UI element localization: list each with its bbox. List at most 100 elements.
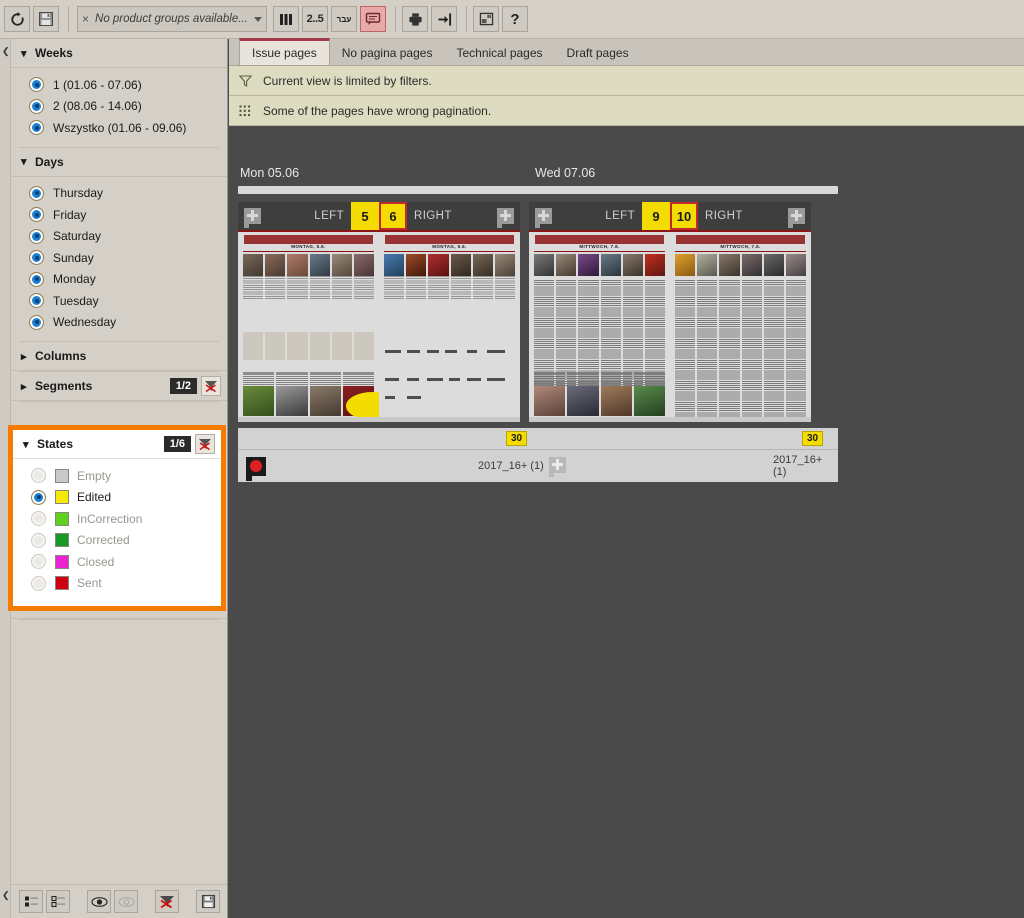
radio-icon[interactable]	[29, 293, 44, 309]
clear-filter-icon	[205, 380, 217, 392]
clear-combo-icon[interactable]: ×	[82, 12, 89, 26]
states-option-closed[interactable]: Closed	[13, 551, 221, 573]
weeks-option-1[interactable]: 1 (01.06 - 07.06)	[11, 74, 227, 96]
days-options: Thursday Friday Saturday Sunday Monday T…	[11, 176, 227, 341]
states-clear-filter-button[interactable]	[195, 434, 215, 454]
radio-icon[interactable]	[29, 98, 44, 114]
product-group-combo[interactable]: × No product groups available...	[77, 6, 267, 32]
radio-icon[interactable]	[31, 554, 46, 570]
page-5-side-label: LEFT	[314, 210, 344, 222]
select-all-button[interactable]	[19, 890, 43, 913]
days-option-tuesday[interactable]: Tuesday	[11, 290, 227, 312]
tab-no-pagina-pages[interactable]: No pagina pages	[330, 40, 445, 65]
summary-badge-2[interactable]: 30	[802, 431, 824, 446]
deselect-all-button[interactable]	[46, 890, 70, 913]
segments-clear-filter-button[interactable]	[201, 376, 221, 396]
clear-filters-button[interactable]	[155, 890, 179, 913]
radio-icon[interactable]	[29, 120, 44, 136]
radio-icon[interactable]	[31, 532, 46, 548]
sidebar-section-weeks[interactable]: ▾ Weeks	[11, 39, 227, 68]
segments-count-badge: 1/2	[169, 377, 197, 395]
add-page-button[interactable]	[244, 208, 261, 228]
collapse-left-icon[interactable]: ❮	[2, 47, 10, 56]
print-button[interactable]	[402, 6, 428, 32]
page-5-thumbnail[interactable]: MONTAG, 5.6.	[238, 230, 379, 422]
refresh-button[interactable]	[4, 6, 30, 32]
thumb-rule	[675, 251, 806, 252]
radio-icon[interactable]	[31, 511, 46, 527]
days-option-thursday[interactable]: Thursday	[11, 183, 227, 205]
spread-9-10: LEFT 9 MITTWOCH, 7.6. 10 RIGHT MITTWOCH,…	[529, 202, 811, 422]
add-page-button[interactable]	[497, 208, 514, 228]
days-option-wednesday[interactable]: Wednesday	[11, 312, 227, 334]
export-button[interactable]	[431, 6, 457, 32]
page-10-thumbnail[interactable]: MITTWOCH, 7.6.	[670, 230, 811, 422]
chevron-down-icon[interactable]	[254, 16, 262, 22]
days-option-label: Saturday	[53, 229, 102, 244]
radio-icon[interactable]	[29, 207, 44, 223]
page-5-number[interactable]: 5	[351, 202, 379, 230]
radio-icon[interactable]	[31, 468, 46, 484]
weeks-option-2[interactable]: 2 (08.06 - 14.06)	[11, 96, 227, 118]
page-6-number[interactable]: 6	[379, 202, 407, 230]
hide-all-button[interactable]	[114, 890, 138, 913]
issue-flag-button[interactable]	[246, 456, 266, 481]
days-option-saturday[interactable]: Saturday	[11, 226, 227, 248]
days-option-monday[interactable]: Monday	[11, 269, 227, 291]
help-button[interactable]: ?	[502, 6, 528, 32]
columns-view-button[interactable]	[273, 6, 299, 32]
days-option-label: Wednesday	[53, 315, 117, 330]
radio-icon[interactable]	[29, 77, 44, 93]
radio-icon[interactable]	[29, 185, 44, 201]
sidebar-section-columns[interactable]: ▸ Columns	[11, 342, 227, 371]
thumb-footer	[670, 417, 811, 422]
sidebar-section-states[interactable]: ▾ States 1/6	[13, 430, 221, 459]
page-6-thumbnail[interactable]: MONTAG, 5.6.	[379, 230, 520, 422]
radio-icon[interactable]	[31, 575, 46, 591]
weeks-option-label: 1 (01.06 - 07.06)	[53, 77, 142, 92]
weeks-option-3[interactable]: Wszystko (01.06 - 09.06)	[11, 117, 227, 139]
collapse-left-icon-bottom[interactable]: ❮	[2, 891, 10, 900]
states-option-sent[interactable]: Sent	[13, 573, 221, 595]
thumb-cell	[243, 254, 264, 300]
page-10-number[interactable]: 10	[670, 202, 698, 230]
thumb-bc	[633, 372, 665, 416]
days-option-friday[interactable]: Friday	[11, 204, 227, 226]
notice-pagination-text: Some of the pages have wrong pagination.	[263, 103, 492, 118]
tab-issue-pages[interactable]: Issue pages	[239, 38, 330, 65]
page-9-number[interactable]: 9	[642, 202, 670, 230]
radio-icon[interactable]	[29, 314, 44, 330]
add-page-button[interactable]	[535, 208, 552, 228]
states-count-badge: 1/6	[163, 435, 191, 453]
notice-pagination: Some of the pages have wrong pagination.	[229, 96, 1024, 126]
zoom-range-button[interactable]: 2..5	[302, 6, 328, 32]
states-option-corrected[interactable]: Corrected	[13, 530, 221, 552]
comment-button[interactable]	[360, 6, 386, 32]
sidebar-section-segments[interactable]: ▸ Segments 1/2	[11, 372, 227, 401]
add-issue-button[interactable]	[549, 457, 566, 477]
thumb-masthead	[244, 235, 373, 244]
show-all-button[interactable]	[87, 890, 111, 913]
radio-icon[interactable]	[29, 228, 44, 244]
states-options: Empty Edited InCorrection Corrected Clos…	[13, 459, 221, 602]
save-button[interactable]	[33, 6, 59, 32]
tab-draft-pages[interactable]: Draft pages	[555, 40, 641, 65]
states-option-edited[interactable]: Edited	[13, 487, 221, 509]
section-title-weeks: Weeks	[35, 46, 73, 60]
radio-icon[interactable]	[29, 250, 44, 266]
states-filter-panel: ▾ States 1/6 Empty Edited InCorrection C…	[8, 425, 226, 611]
save-filter-button[interactable]	[196, 890, 220, 913]
days-option-label: Monday	[53, 272, 96, 287]
states-option-empty[interactable]: Empty	[13, 465, 221, 487]
radio-icon[interactable]	[29, 271, 44, 287]
sidebar-section-days[interactable]: ▾ Days	[11, 147, 227, 177]
page-9-thumbnail[interactable]: MITTWOCH, 7.6.	[529, 230, 670, 422]
snapshot-button[interactable]	[473, 6, 499, 32]
days-option-sunday[interactable]: Sunday	[11, 247, 227, 269]
states-option-incorrection[interactable]: InCorrection	[13, 508, 221, 530]
radio-icon[interactable]	[31, 489, 46, 505]
tab-technical-pages[interactable]: Technical pages	[444, 40, 554, 65]
summary-badge-1[interactable]: 30	[506, 431, 528, 446]
hebrew-toggle-button[interactable]: עבר	[331, 6, 357, 32]
add-page-button[interactable]	[788, 208, 805, 228]
